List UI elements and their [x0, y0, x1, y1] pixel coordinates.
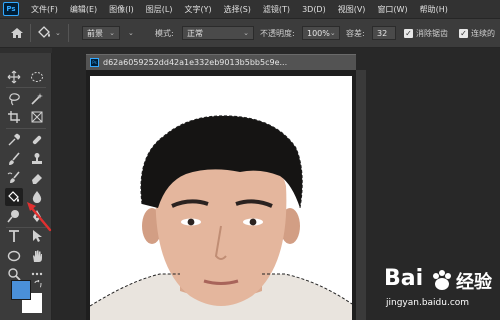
eraser-icon — [32, 174, 42, 184]
clone-stamp-icon — [32, 153, 42, 164]
tool-separator — [6, 87, 46, 88]
swap-colors-icon[interactable] — [34, 280, 42, 288]
history-brush-icon — [7, 171, 20, 183]
tools-panel — [0, 48, 52, 320]
menu-file[interactable]: 文件(F) — [25, 4, 64, 15]
divider — [30, 24, 31, 42]
paint-bucket-tool[interactable] — [5, 188, 23, 206]
healing-brush-tool[interactable] — [30, 133, 44, 147]
menu-filter[interactable]: 滤镜(T) — [257, 4, 296, 15]
annotation-arrow — [27, 202, 52, 232]
menu-3d[interactable]: 3D(D) — [296, 5, 332, 14]
elliptical-marquee-tool[interactable] — [30, 70, 44, 84]
crop-icon — [8, 111, 20, 123]
elliptical-marquee-icon — [31, 72, 43, 82]
paint-bucket-icon[interactable] — [36, 26, 52, 40]
dodge-icon — [7, 210, 19, 223]
eyedropper-tool[interactable] — [7, 133, 21, 147]
zoom-icon — [8, 268, 21, 281]
panel-grip[interactable] — [0, 48, 52, 53]
pattern-picker[interactable]: ⌄ — [124, 26, 138, 40]
brush-icon — [9, 152, 20, 165]
photoshop-logo: Ps — [3, 2, 19, 16]
portrait-photo — [90, 115, 352, 320]
crop-tool[interactable] — [7, 110, 21, 124]
opacity-input[interactable]: 100% ⌄ — [302, 26, 340, 40]
type-icon — [9, 230, 19, 242]
menu-help[interactable]: 帮助(H) — [414, 4, 454, 15]
menu-select[interactable]: 选择(S) — [218, 4, 257, 15]
magic-wand-icon — [31, 93, 43, 105]
eraser-tool[interactable] — [30, 171, 44, 185]
mode-select[interactable]: 正常 ⌄ — [182, 26, 254, 40]
move-tool[interactable] — [7, 70, 21, 84]
healing-brush-icon — [32, 135, 42, 145]
more-tools-icon — [31, 272, 43, 276]
baidu-jingyan-watermark: Bai 经验 jingyan.baidu.com — [380, 262, 500, 316]
contiguous-label: 连续的 — [471, 29, 495, 38]
vertical-scrollbar[interactable] — [356, 70, 366, 320]
menu-bar: Ps 文件(F) 编辑(E) 图像(I) 图层(L) 文字(Y) 选择(S) 滤… — [0, 0, 500, 18]
tolerance-label: 容差: — [346, 29, 365, 38]
magic-wand-tool[interactable] — [30, 92, 44, 106]
menu-window[interactable]: 窗口(W) — [371, 4, 413, 15]
opacity-label: 不透明度: — [260, 29, 295, 38]
chevron-down-icon: ⌄ — [329, 29, 336, 37]
document-tab[interactable]: Ps d62a6059252dd42a1e332eb9013b5bb5c9e..… — [86, 54, 356, 70]
chevron-down-icon: ⌄ — [109, 29, 115, 37]
move-icon — [7, 70, 21, 84]
tool-separator — [6, 128, 46, 129]
eyedropper-icon — [8, 133, 21, 146]
chevron-down-icon: ⌄ — [243, 29, 249, 37]
history-brush-tool[interactable] — [7, 171, 21, 185]
ellipse-tool-icon — [7, 250, 21, 262]
menu-type[interactable]: 文字(Y) — [178, 4, 217, 15]
lasso-tool[interactable] — [7, 92, 21, 106]
frame-tool[interactable] — [30, 110, 44, 124]
chevron-down-icon[interactable]: ⌄ — [55, 29, 61, 37]
watermark-url: jingyan.baidu.com — [386, 298, 470, 308]
antialias-checkbox[interactable]: ✓ — [404, 29, 413, 38]
clone-stamp-tool[interactable] — [30, 152, 44, 166]
chevron-down-icon: ⌄ — [128, 29, 134, 37]
antialias-label: 消除锯齿 — [416, 29, 448, 38]
watermark-brand: Bai — [384, 266, 424, 291]
options-bar: ⌄ 前景 ⌄ ⌄ 模式: 正常 ⌄ 不透明度: 100% ⌄ 容差: 32 ✓ … — [0, 18, 500, 48]
image-canvas[interactable] — [90, 76, 352, 320]
lasso-icon — [9, 93, 20, 106]
fill-source-select[interactable]: 前景 ⌄ — [82, 26, 120, 40]
zoom-tool[interactable] — [7, 267, 21, 281]
ellipse-tool[interactable] — [7, 249, 21, 263]
dodge-tool[interactable] — [7, 209, 21, 223]
mode-value: 正常 — [187, 28, 203, 38]
document-window: Ps d62a6059252dd42a1e332eb9013b5bb5c9e..… — [86, 54, 356, 320]
foreground-color-swatch[interactable] — [11, 280, 31, 300]
menu-view[interactable]: 视图(V) — [332, 4, 372, 15]
home-icon[interactable] — [10, 27, 24, 39]
menu-layer[interactable]: 图层(L) — [140, 4, 179, 15]
type-tool[interactable] — [7, 229, 21, 243]
document-ps-badge: Ps — [90, 58, 99, 67]
watermark-brand-2: 经验 — [456, 272, 492, 293]
tolerance-input[interactable]: 32 — [372, 26, 396, 40]
paint-bucket-icon — [8, 191, 19, 202]
hand-tool[interactable] — [30, 249, 44, 263]
document-title: d62a6059252dd42a1e332eb9013b5bb5c9e... — [103, 58, 288, 67]
mode-label: 模式: — [155, 29, 174, 38]
more-tools-button[interactable] — [30, 267, 44, 281]
divider — [68, 24, 69, 42]
tolerance-value: 32 — [377, 28, 388, 38]
paw-icon — [433, 270, 451, 290]
contiguous-checkbox[interactable]: ✓ — [459, 29, 468, 38]
hand-icon — [33, 250, 42, 262]
frame-icon — [31, 111, 43, 123]
brush-tool[interactable] — [7, 152, 21, 166]
opacity-value: 100% — [307, 28, 330, 38]
fill-source-value: 前景 — [87, 28, 103, 38]
menu-edit[interactable]: 编辑(E) — [64, 4, 103, 15]
menu-image[interactable]: 图像(I) — [103, 4, 140, 15]
